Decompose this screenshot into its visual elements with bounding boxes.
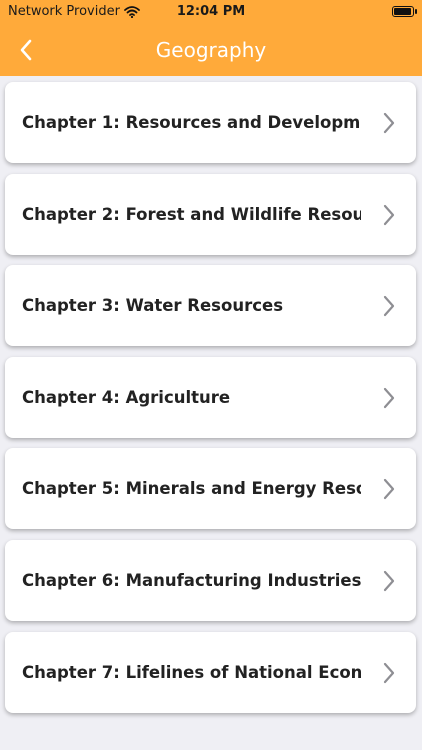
navigation-bar: Geography — [0, 24, 422, 76]
page-title: Geography — [155, 38, 267, 62]
battery-icon — [392, 6, 417, 17]
status-time: 12:04 PM — [176, 4, 246, 19]
chapter-label: Chapter 6: Manufacturing Industries — [22, 570, 361, 590]
chapter-label: Chapter 4: Agriculture — [22, 387, 231, 407]
chevron-right-icon — [383, 204, 395, 225]
chapter-label: Chapter 7: Lifelines of National Economy — [22, 662, 361, 682]
chapter-label: Chapter 5: Minerals and Energy Resources — [22, 479, 361, 499]
chapter-item-6[interactable]: Chapter 6: Manufacturing Industries — [5, 539, 416, 621]
chapter-item-1[interactable]: Chapter 1: Resources and Development — [5, 82, 416, 163]
chapter-label: Chapter 3: Water Resources — [22, 296, 284, 316]
chapter-item-5[interactable]: Chapter 5: Minerals and Energy Resources — [5, 448, 416, 530]
chapter-list: Chapter 1: Resources and Development Cha… — [5, 82, 416, 723]
chevron-right-icon — [383, 387, 395, 408]
chapter-item-3[interactable]: Chapter 3: Water Resources — [5, 265, 416, 347]
chevron-right-icon — [383, 112, 395, 134]
chevron-right-icon — [383, 296, 395, 317]
chapter-item-7[interactable]: Chapter 7: Lifelines of National Economy — [5, 631, 416, 713]
chevron-right-icon — [383, 570, 395, 592]
chapter-label: Chapter 2: Forest and Wildlife Resources — [22, 204, 361, 224]
chapter-label: Chapter 1: Resources and Development — [22, 113, 361, 132]
chevron-right-icon — [383, 662, 395, 683]
chapter-item-2[interactable]: Chapter 2: Forest and Wildlife Resources — [5, 173, 416, 255]
battery-fill — [394, 8, 411, 15]
status-bar: Network Provider 12:04 PM — [0, 0, 422, 24]
chapter-item-4[interactable]: Chapter 4: Agriculture — [5, 356, 416, 438]
chevron-right-icon — [383, 479, 395, 500]
